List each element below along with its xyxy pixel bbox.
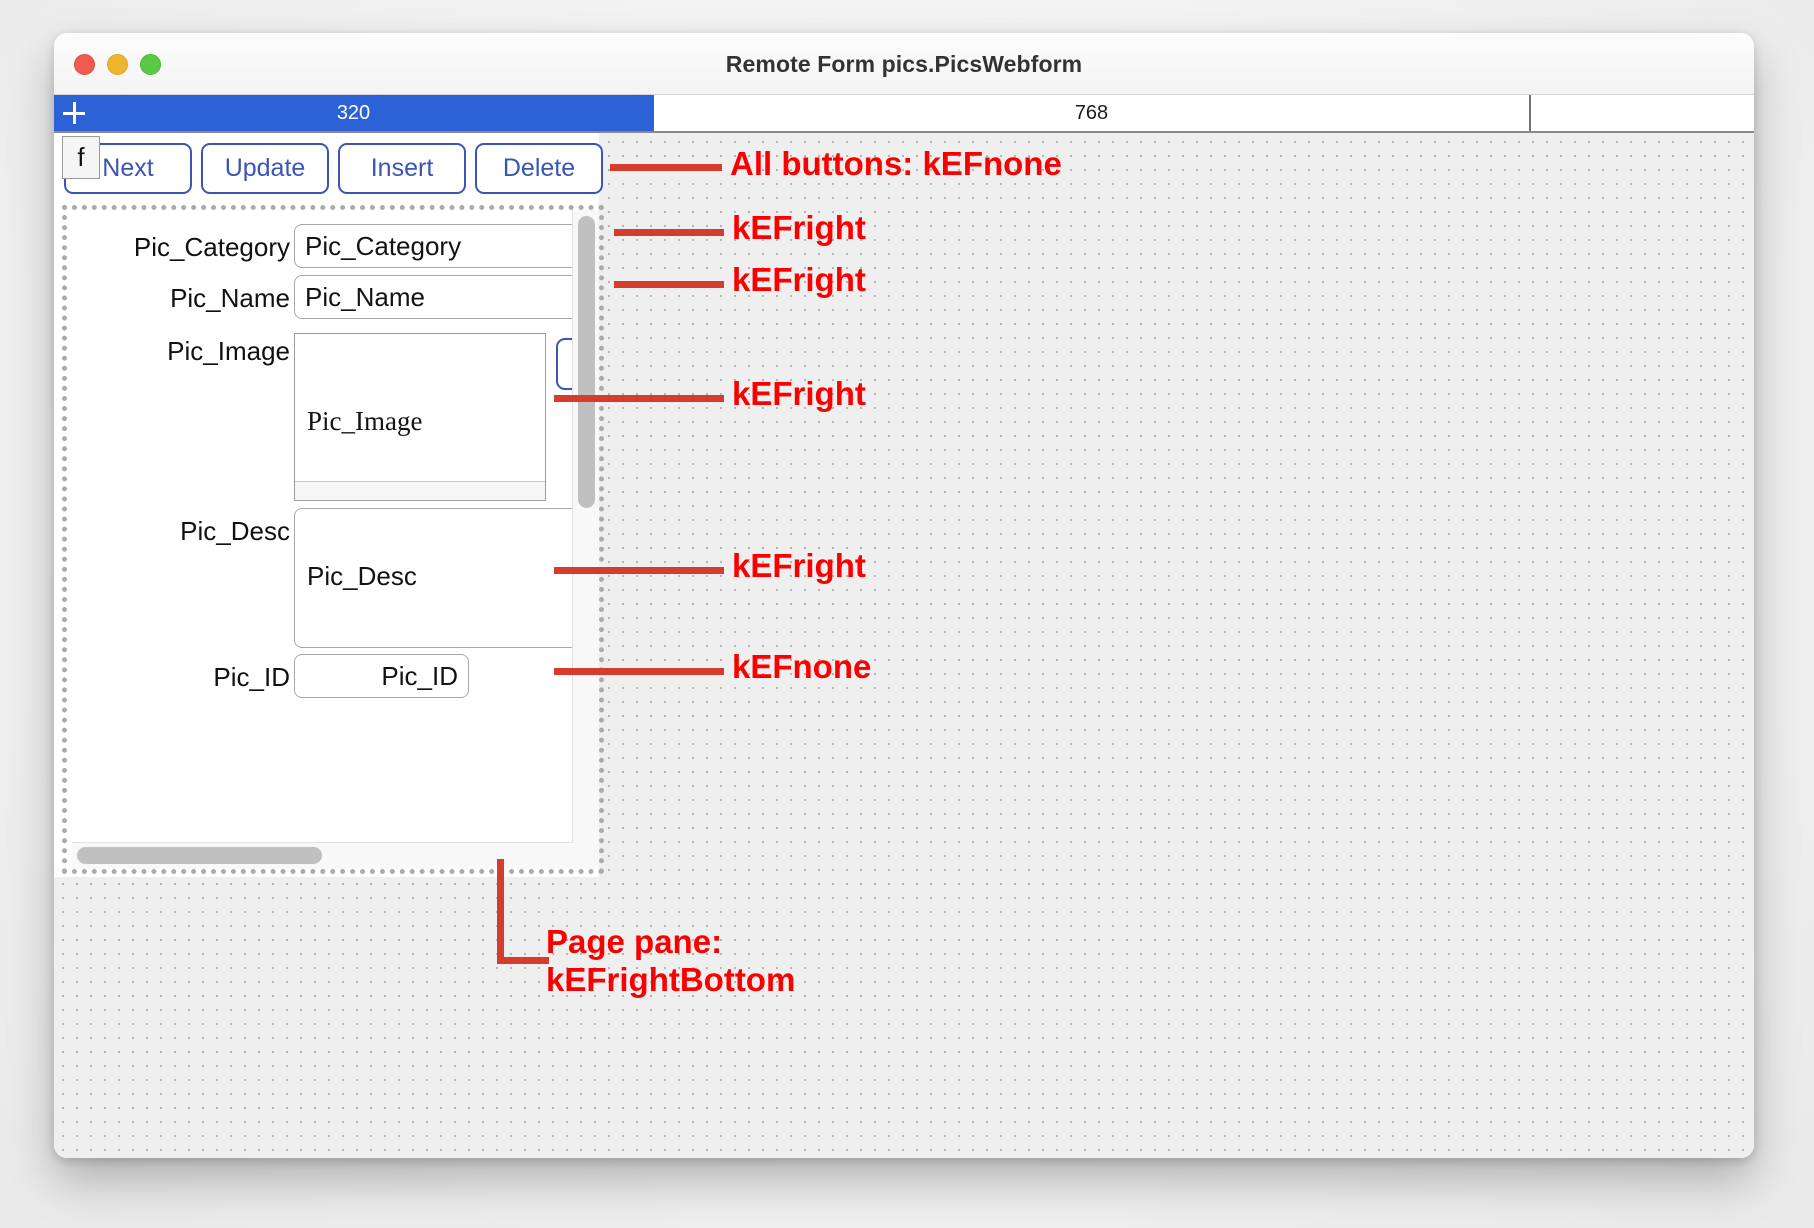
leader-elbow-horizontal bbox=[497, 957, 549, 964]
form-handle-label: f bbox=[77, 142, 85, 172]
insert-button-label: Insert bbox=[370, 154, 434, 182]
annotation-pic-id: kEFnone bbox=[732, 648, 872, 685]
next-button-label: Next bbox=[102, 154, 154, 182]
vertical-scrollbar-thumb[interactable] bbox=[578, 216, 595, 508]
form-handle-tab[interactable]: f bbox=[62, 136, 100, 179]
breakpoint-label-768: 768 bbox=[1074, 101, 1109, 124]
breakpoint-ruler: 320 768 bbox=[54, 95, 1754, 133]
breakpoint-segment-768[interactable]: 768 bbox=[654, 95, 1531, 131]
delete-button-label: Delete bbox=[502, 154, 576, 182]
label-pic-category: Pic_Category bbox=[133, 232, 290, 262]
leader-line-pic-name bbox=[614, 281, 724, 288]
annotation-pic-name: kEFright bbox=[732, 261, 866, 298]
input-pic-name[interactable]: Pic_Name bbox=[294, 275, 599, 319]
input-pic-id-value: Pic_ID bbox=[381, 660, 458, 691]
leader-line-pic-category bbox=[614, 229, 724, 236]
annotation-page-pane-line1: Page pane: bbox=[546, 923, 723, 960]
annotation-buttons: All buttons: kEFnone bbox=[730, 145, 1062, 182]
label-pic-desc: Pic_Desc bbox=[180, 516, 290, 546]
input-pic-id[interactable]: Pic_ID bbox=[294, 654, 469, 698]
leader-line-buttons bbox=[610, 164, 722, 171]
pic-image-footer bbox=[295, 482, 545, 500]
update-button-label: Update bbox=[224, 154, 306, 182]
input-pic-desc-value: Pic_Desc bbox=[307, 561, 417, 591]
update-button[interactable]: Update bbox=[201, 143, 329, 194]
breakpoint-segment-320[interactable]: 320 bbox=[54, 95, 654, 131]
annotation-pic-desc: kEFright bbox=[732, 547, 866, 584]
input-pic-category-value: Pic_Category bbox=[305, 230, 462, 261]
label-pic-image: Pic_Image bbox=[167, 336, 290, 366]
breakpoint-segment-overflow[interactable] bbox=[1531, 95, 1754, 131]
page-pane-vertical-scrollbar[interactable] bbox=[572, 210, 599, 869]
input-pic-image[interactable]: Pic_Image bbox=[294, 333, 546, 501]
label-pic-id: Pic_ID bbox=[213, 662, 290, 692]
window-title: Remote Form pics.PicsWebform bbox=[725, 51, 1083, 77]
insert-button[interactable]: Insert bbox=[338, 143, 466, 194]
page-pane-content: Pic_Category Pic_Category Pic_Name Pic_N… bbox=[72, 210, 599, 869]
app-window: Remote Form pics.PicsWebform 320 768 Nex… bbox=[54, 33, 1754, 1158]
form-toolbar: Next Update Insert Delete bbox=[64, 143, 603, 194]
page-pane[interactable]: Pic_Category Pic_Category Pic_Name Pic_N… bbox=[62, 205, 604, 874]
design-canvas[interactable]: Next Update Insert Delete f Pic_Category… bbox=[54, 133, 1754, 1158]
input-pic-image-value: Pic_Image bbox=[307, 406, 423, 436]
plus-icon[interactable] bbox=[63, 102, 85, 124]
annotation-pic-image: kEFright bbox=[732, 375, 866, 412]
input-pic-name-value: Pic_Name bbox=[305, 281, 425, 312]
horizontal-scrollbar-thumb[interactable] bbox=[77, 847, 322, 864]
annotation-page-pane-line2: kEFrightBottom bbox=[546, 961, 796, 998]
input-pic-category[interactable]: Pic_Category bbox=[294, 224, 599, 268]
annotation-pic-category: kEFright bbox=[732, 209, 866, 246]
breakpoint-label-320: 320 bbox=[336, 101, 371, 124]
delete-button[interactable]: Delete bbox=[475, 143, 603, 194]
window-titlebar: Remote Form pics.PicsWebform bbox=[54, 33, 1754, 95]
label-pic-name: Pic_Name bbox=[170, 283, 290, 313]
page-pane-horizontal-scrollbar[interactable] bbox=[72, 842, 573, 869]
input-pic-desc[interactable]: Pic_Desc bbox=[294, 508, 599, 648]
